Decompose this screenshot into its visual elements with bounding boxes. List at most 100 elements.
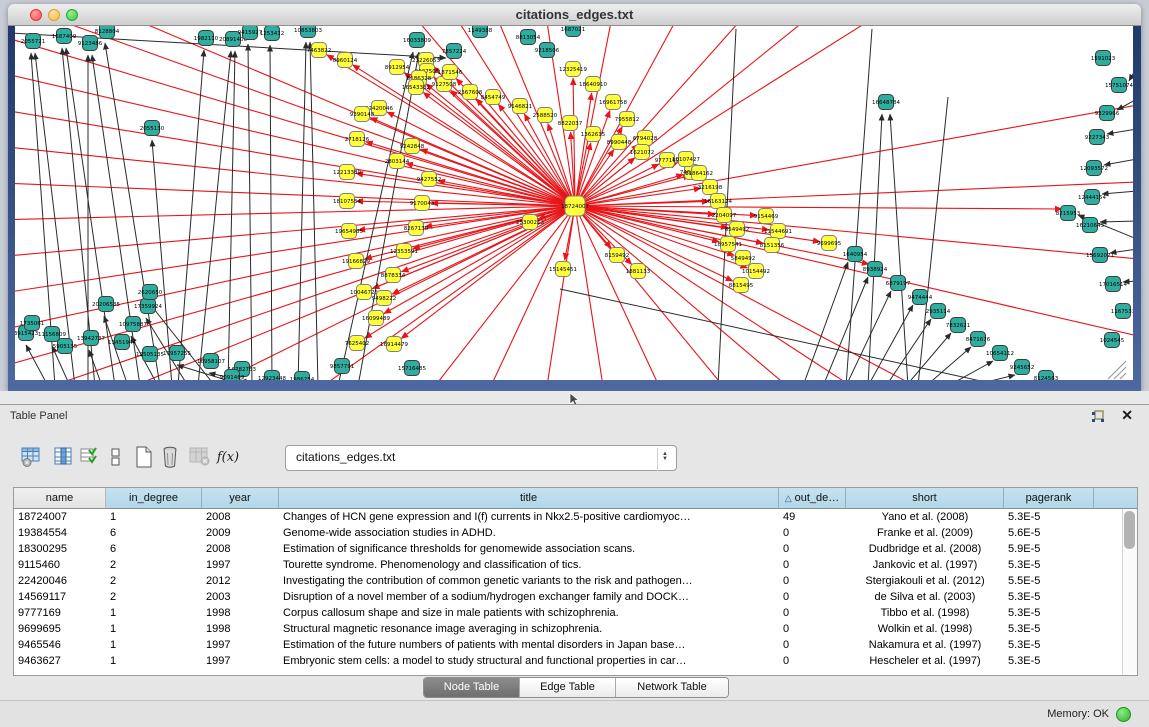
network-node[interactable]: 9146821	[508, 99, 533, 114]
table-cell[interactable]: 1	[106, 637, 202, 653]
column-header-title[interactable]: title	[279, 488, 779, 509]
table-cell[interactable]: 5.3E-5	[1004, 557, 1094, 573]
table-cell[interactable]: 9465546	[14, 637, 106, 653]
table-cell[interactable]: 1997	[202, 653, 279, 669]
table-cell[interactable]: 18724007	[14, 509, 106, 525]
network-node[interactable]: 1982110	[194, 31, 219, 46]
network-window-titlebar[interactable]: citations_edges.txt	[8, 4, 1141, 26]
network-node[interactable]: 2620650	[138, 285, 163, 300]
network-node[interactable]: 13942737	[77, 331, 105, 346]
table-cell[interactable]: 5.3E-5	[1004, 621, 1094, 637]
table-cell[interactable]: 0	[779, 637, 846, 653]
table-cell[interactable]: Disruption of a novel member of a sodium…	[279, 589, 779, 605]
table-cell[interactable]: Estimation of the future numbers of pati…	[279, 637, 779, 653]
column-header-pagerank[interactable]: pagerank	[1004, 488, 1094, 509]
network-node[interactable]: 17016514	[1099, 277, 1127, 292]
table-row[interactable]: 1938455462009Genome-wide association stu…	[14, 525, 1137, 541]
destroy-table-icon[interactable]	[186, 443, 214, 471]
network-node[interactable]: 6879197	[886, 276, 911, 291]
table-cell[interactable]: 5.3E-5	[1004, 589, 1094, 605]
column-header-out_de[interactable]: △out_de…	[779, 488, 846, 509]
tab-node-table[interactable]: Node Table	[424, 678, 520, 697]
table-cell[interactable]: 5.9E-5	[1004, 541, 1094, 557]
table-cell[interactable]: 9777169	[14, 605, 106, 621]
memory-status-indicator[interactable]	[1116, 707, 1131, 722]
network-node[interactable]: 8151356	[760, 238, 785, 253]
table-cell[interactable]: 2008	[202, 509, 279, 525]
table-cell[interactable]: Structural magnetic resonance image aver…	[279, 621, 779, 637]
column-header-year[interactable]: year	[202, 488, 279, 509]
network-node[interactable]: 7832621	[946, 318, 971, 333]
network-node[interactable]: 8124563	[1034, 371, 1059, 381]
network-node[interactable]: 1167533	[1111, 304, 1133, 319]
network-node[interactable]: 8912954	[385, 60, 410, 75]
network-node[interactable]: 9170043	[410, 196, 435, 211]
network-node[interactable]: 12325419	[559, 62, 587, 77]
network-node[interactable]: 19654985	[335, 224, 363, 239]
table-cell[interactable]: 1	[106, 605, 202, 621]
network-node[interactable]: 8159492	[605, 248, 630, 263]
network-node[interactable]: 9218506	[535, 43, 560, 58]
table-selector-dropdown[interactable]: citations_edges.txt ▲▼	[285, 445, 677, 471]
network-node[interactable]: 8878334	[381, 268, 406, 283]
network-node[interactable]: 10975887	[119, 317, 147, 332]
table-cell[interactable]: 2	[106, 589, 202, 605]
network-node[interactable]: 9329966	[1095, 106, 1120, 121]
resize-grip-icon[interactable]	[1108, 361, 1126, 379]
network-node[interactable]: 12444154	[1078, 190, 1106, 205]
network-node[interactable]: 12213389	[333, 165, 361, 180]
close-panel-icon[interactable]: ✕	[1121, 407, 1133, 424]
table-cell[interactable]: 5.3E-5	[1004, 637, 1094, 653]
table-cell[interactable]: 2012	[202, 573, 279, 589]
table-row[interactable]: 977716911998Corpus callosum shape and si…	[14, 605, 1137, 621]
network-node[interactable]: 9474444	[908, 290, 933, 305]
table-cell[interactable]: 0	[779, 589, 846, 605]
column-header-short[interactable]: short	[846, 488, 1004, 509]
network-node[interactable]: 9154469	[754, 209, 779, 224]
table-cell[interactable]: 2009	[202, 525, 279, 541]
row-height-icon[interactable]	[102, 443, 130, 471]
network-node[interactable]: 1253412	[260, 26, 285, 41]
table-cell[interactable]: 18300295	[14, 541, 106, 557]
table-cell[interactable]: 2008	[202, 541, 279, 557]
table-row[interactable]: 946554611997Estimation of the future num…	[14, 637, 1137, 653]
table-cell[interactable]: Hescheler et al. (1997)	[846, 653, 1004, 669]
network-node[interactable]: 11451944	[108, 335, 136, 350]
network-node[interactable]: 7857224	[442, 44, 467, 59]
column-header-in_degree[interactable]: in_degree	[106, 488, 202, 509]
tab-network-table[interactable]: Network Table	[616, 678, 728, 697]
network-node[interactable]: 8815495	[729, 278, 754, 293]
network-node[interactable]: 16961758	[599, 95, 627, 110]
table-cell[interactable]: Embryonic stem cells: a model to study s…	[279, 653, 779, 669]
network-node[interactable]: 15751074	[1105, 78, 1133, 93]
network-node[interactable]: 10853803	[294, 26, 322, 38]
network-node[interactable]: 2367608	[458, 85, 483, 100]
table-cell[interactable]: 2	[106, 557, 202, 573]
table-cell[interactable]: 0	[779, 541, 846, 557]
table-cell[interactable]: Genome-wide association studies in ADHD.	[279, 525, 779, 541]
table-cell[interactable]: 6	[106, 541, 202, 557]
table-cell[interactable]: 19384554	[14, 525, 106, 541]
table-cell[interactable]: Dudbridge et al. (2008)	[846, 541, 1004, 557]
table-cell[interactable]: Franke et al. (2009)	[846, 525, 1004, 541]
table-cell[interactable]: Stergiakouli et al. (2012)	[846, 573, 1004, 589]
table-cell[interactable]: Changes of HCN gene expression and I(f) …	[279, 509, 779, 525]
table-cell[interactable]: Wolkin et al. (1998)	[846, 621, 1004, 637]
network-node[interactable]: 1621072	[630, 145, 655, 160]
table-cell[interactable]: de Silva et al. (2003)	[846, 589, 1004, 605]
network-node[interactable]: 16648784	[872, 95, 900, 110]
table-cell[interactable]: 0	[779, 653, 846, 669]
network-node[interactable]: 15716485	[398, 361, 426, 376]
table-row[interactable]: 946362711997Embryonic stem cells: a mode…	[14, 653, 1137, 669]
network-node[interactable]: 15692071	[1086, 248, 1114, 263]
table-cell[interactable]: 1998	[202, 621, 279, 637]
table-cell[interactable]: Tibbo et al. (1998)	[846, 605, 1004, 621]
table-cell[interactable]: 1997	[202, 557, 279, 573]
scrollbar-thumb[interactable]	[1124, 511, 1135, 549]
network-node[interactable]: 17957255	[163, 346, 191, 361]
network-node[interactable]: 8454749	[481, 90, 506, 105]
network-node[interactable]: 2935114	[926, 304, 951, 319]
show-columns-icon[interactable]	[76, 443, 104, 471]
network-node[interactable]: 18107554	[333, 194, 361, 209]
table-cell[interactable]: Nakamura et al. (1997)	[846, 637, 1004, 653]
